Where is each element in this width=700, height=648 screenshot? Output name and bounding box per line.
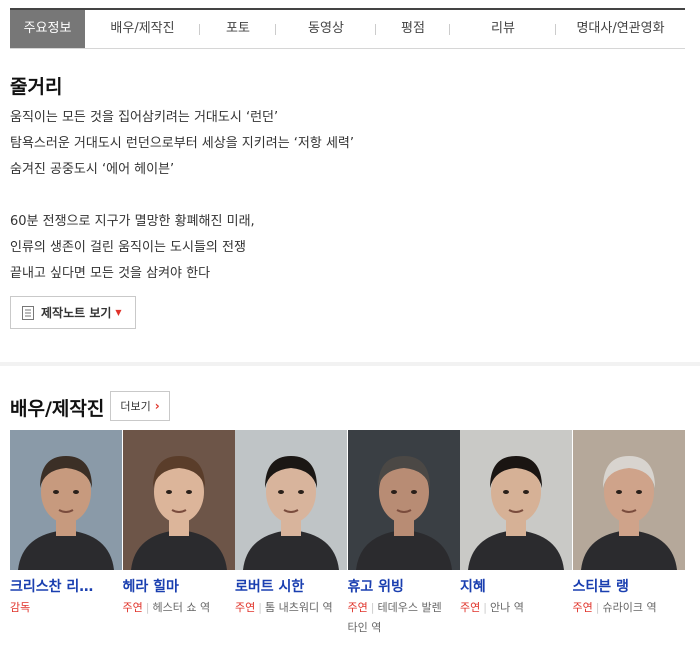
tab-label: 포토 (226, 21, 250, 36)
role-separator: | (258, 601, 262, 614)
synopsis-text: 움직이는 모든 것을 집어삼키려는 거대도시 ‘런던’ 탐욕스러운 거대도시 런… (10, 105, 354, 287)
cast-character: 톰 내츠워디 역 (264, 601, 333, 614)
tab-label: 배우/제작진 (110, 21, 175, 36)
tab-label: 명대사/연관영화 (576, 21, 665, 36)
more-button[interactable]: 더보기 › (110, 391, 170, 421)
tab-4[interactable]: 평점 (376, 10, 450, 48)
cast-role-type: 주연 (235, 601, 256, 614)
cast-name[interactable]: 크리스찬 리… (10, 576, 118, 596)
tab-3[interactable]: 동영상 (276, 10, 376, 48)
synopsis-line: 탐욕스러운 거대도시 런던으로부터 세상을 지키려는 ‘저항 세력’ (10, 136, 355, 151)
synopsis-line (10, 183, 354, 209)
tab-label: 평점 (401, 21, 425, 36)
cast-character: 슈라이크 역 (602, 601, 657, 614)
synopsis-line: 숨겨진 공중도시 ‘에어 헤이븐’ (10, 162, 175, 177)
cast-card[interactable]: 크리스찬 리… 감독 (10, 430, 123, 638)
tab-6[interactable]: 명대사/연관영화 (556, 10, 685, 48)
cast-name[interactable]: 지혜 (460, 576, 568, 596)
synopsis-line: 끝내고 싶다면 모든 것을 삼켜야 한다 (10, 266, 211, 281)
cast-role-type: 주연 (572, 601, 593, 614)
document-icon (22, 305, 34, 320)
cast-card[interactable]: 헤라 힐마 주연 | 헤스터 쇼 역 (122, 430, 236, 638)
cast-title: 배우/제작진 (10, 398, 105, 420)
synopsis-title: 줄거리 (10, 76, 63, 98)
cast-role: 주연 | 톰 내츠워디 역 (235, 598, 339, 618)
cast-name[interactable]: 휴고 위빙 (348, 576, 456, 596)
cast-name[interactable]: 스티븐 랭 (573, 576, 681, 596)
cast-photo[interactable] (10, 430, 122, 570)
tab-0[interactable]: 주요정보 (10, 10, 85, 48)
production-note-label: 제작노트 보기 (41, 306, 112, 320)
cast-card[interactable]: 지혜 주연 | 안나 역 (460, 430, 573, 638)
tab-label: 리뷰 (491, 21, 515, 36)
cast-role: 주연 | 슈라이크 역 (573, 598, 677, 618)
tab-5[interactable]: 리뷰 (450, 10, 556, 48)
cast-photo[interactable] (122, 430, 235, 570)
cast-card[interactable]: 휴고 위빙 주연 | 테데우스 발렌타인 역 (347, 430, 461, 638)
cast-card[interactable]: 로버트 시한 주연 | 톰 내츠워디 역 (235, 430, 348, 638)
cast-role-type: 주연 (460, 601, 481, 614)
production-note-button[interactable]: 제작노트 보기 ▼ (10, 296, 136, 329)
tab-bar: 주요정보 배우/제작진 포토 동영상 평점 리뷰 명대사/연관영화 (10, 8, 685, 49)
synopsis-line: 움직이는 모든 것을 집어삼키려는 거대도시 ‘런던’ (10, 110, 279, 125)
section-divider (0, 362, 700, 366)
synopsis-line: 60분 전쟁으로 지구가 멸망한 황폐해진 미래, (10, 214, 255, 229)
role-separator: | (370, 601, 375, 614)
cast-role-type: 주연 (347, 601, 368, 614)
role-separator: | (483, 601, 487, 614)
more-label: 더보기 (120, 400, 151, 413)
caret-down-icon: ▼ (115, 308, 122, 317)
cast-character: 헤스터 쇼 역 (152, 601, 211, 614)
role-separator: | (595, 601, 600, 614)
cast-role-type: 주연 (122, 601, 143, 614)
tab-2[interactable]: 포토 (200, 10, 276, 48)
cast-role: 주연 | 안나 역 (460, 598, 564, 618)
cast-role: 주연 | 테데우스 발렌타인 역 (348, 598, 452, 638)
cast-list: 크리스찬 리… 감독 헤라 힐마 주연 | 헤스터 쇼 역 로버트 시한 주연 | 톰 내츠워디 … (10, 430, 685, 638)
cast-photo[interactable] (460, 430, 572, 570)
tab-1[interactable]: 배우/제작진 (85, 10, 200, 48)
cast-card[interactable]: 스티븐 랭 주연 | 슈라이크 역 (572, 430, 686, 638)
chevron-right-icon: › (154, 399, 160, 413)
cast-photo[interactable] (347, 430, 460, 570)
cast-role-type: 감독 (10, 601, 31, 614)
cast-photo[interactable] (572, 430, 685, 570)
cast-role: 감독 (10, 598, 114, 618)
tab-label: 동영상 (308, 21, 344, 36)
cast-role: 주연 | 헤스터 쇼 역 (123, 598, 227, 618)
cast-character: 안나 역 (489, 601, 524, 614)
cast-photo[interactable] (235, 430, 347, 570)
role-separator: | (145, 601, 150, 614)
synopsis-line: 인류의 생존이 걸린 움직이는 도시들의 전쟁 (10, 240, 246, 255)
tab-label: 주요정보 (23, 21, 72, 36)
cast-name[interactable]: 로버트 시한 (235, 576, 343, 596)
cast-name[interactable]: 헤라 힐마 (123, 576, 231, 596)
